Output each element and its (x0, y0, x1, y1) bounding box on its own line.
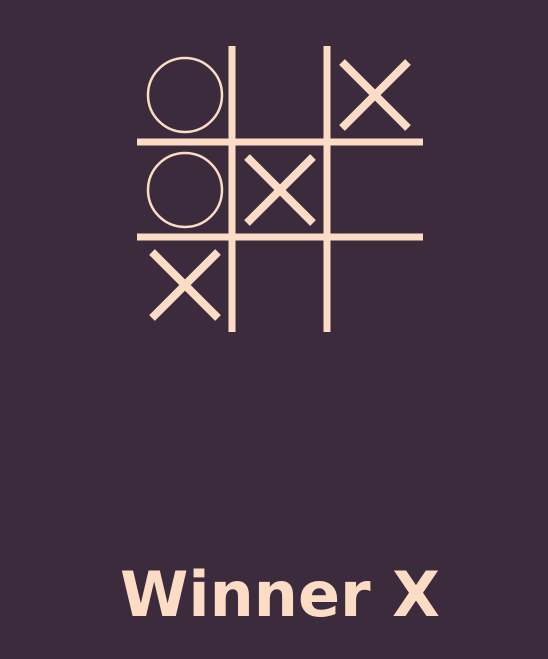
board-cell-r1-c3[interactable] (331, 51, 419, 139)
board-cell-r3-c2[interactable] (236, 241, 324, 329)
board-cell-r2-c3[interactable] (331, 146, 419, 234)
board-cell-r3-c3[interactable] (331, 241, 419, 329)
cell-hit-area[interactable] (236, 51, 324, 139)
board-cell-r3-c1[interactable] (141, 241, 229, 329)
board-cell-r2-c1[interactable] (141, 146, 229, 234)
cell-hit-area[interactable] (141, 51, 229, 139)
board-cell-r1-c2[interactable] (236, 51, 324, 139)
cell-hit-area[interactable] (141, 146, 229, 234)
cell-hit-area[interactable] (236, 241, 324, 329)
board-cell-r1-c1[interactable] (141, 51, 229, 139)
board-cell-r2-c2[interactable] (236, 146, 324, 234)
board-cells (141, 51, 419, 329)
winner-status: Winner X (120, 558, 440, 631)
cell-hit-area[interactable] (331, 146, 419, 234)
cell-hit-area[interactable] (331, 241, 419, 329)
